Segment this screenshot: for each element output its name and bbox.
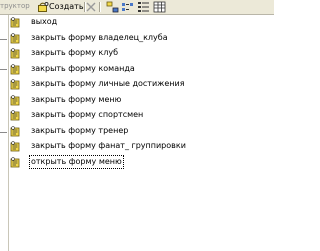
macro-item-label: закрыть форму команда (31, 63, 135, 73)
macro-icon (10, 48, 20, 59)
panel-edge-tick (0, 132, 7, 133)
toolbar: труктор Создать (0, 0, 274, 15)
macro-item-label: закрыть форму тренер (31, 125, 129, 135)
large-icons-icon[interactable] (106, 1, 119, 13)
toolbar-cut-label[interactable]: труктор (0, 1, 37, 12)
macro-item-label: закрыть форму спортсмен (31, 110, 144, 119)
macro-item-label: закрыть форму личные достижения (31, 79, 185, 88)
create-icon (38, 2, 49, 12)
macro-item-label: закрыть форму меню (31, 94, 122, 104)
macro-icon (10, 32, 20, 43)
small-icons-icon[interactable] (121, 1, 134, 13)
toolbar-separator (84, 2, 85, 12)
macro-item-label: закрыть форму клуб (31, 48, 119, 57)
details-view-icon[interactable] (153, 1, 166, 13)
macro-icon (10, 110, 20, 121)
macro-icon (10, 17, 20, 28)
panel-edge-tick (0, 39, 7, 40)
macro-item-label: закрыть форму фанат_ группировки (31, 141, 186, 150)
list-view-icon[interactable] (137, 1, 150, 13)
macro-icon (10, 94, 20, 105)
create-button-label: Создать (49, 2, 84, 11)
macro-item-label: выход (31, 17, 58, 26)
delete-icon[interactable] (86, 2, 96, 12)
macro-icon (10, 156, 20, 167)
left-panel-edge (0, 15, 9, 251)
create-button[interactable]: Создать (37, 1, 84, 13)
macro-icon (10, 141, 20, 152)
macro-icon (10, 79, 20, 90)
macro-icon (10, 63, 20, 74)
macro-icon (10, 125, 20, 136)
macro-item-label: закрыть форму владелец_клуба (31, 32, 168, 42)
toolbar-separator (99, 2, 100, 12)
macro-item-label: открыть форму меню (29, 154, 124, 169)
panel-edge-tick (0, 69, 7, 70)
